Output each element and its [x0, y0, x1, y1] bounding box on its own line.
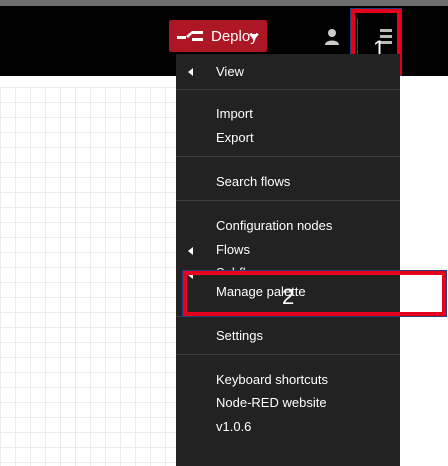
menu-item-node-red-website[interactable]: Node-RED website: [216, 395, 327, 411]
menu-item-version: v1.0.6: [216, 419, 252, 434]
deploy-icon: [177, 29, 205, 43]
user-icon[interactable]: [324, 28, 340, 46]
chevron-left-icon: [188, 68, 193, 76]
menu-item-configuration-nodes[interactable]: Configuration nodes: [216, 218, 332, 234]
menu-separator: [176, 200, 400, 201]
menu-separator: [176, 156, 400, 157]
menu-item-search-flows[interactable]: Search flows: [216, 174, 290, 190]
menu-separator: [176, 354, 400, 355]
highlight-box-manage-palette: [182, 270, 447, 317]
main-dropdown-menu: View Import Export Search flows Configur…: [176, 54, 400, 466]
menu-item-flows[interactable]: Flows: [216, 242, 250, 258]
callout-number-2: 2: [282, 284, 295, 309]
flow-workspace-grid[interactable]: [0, 87, 176, 466]
menu-item-export[interactable]: Export: [216, 130, 254, 146]
menu-item-keyboard-shortcuts[interactable]: Keyboard shortcuts: [216, 372, 328, 388]
menu-item-view[interactable]: View: [216, 64, 244, 80]
menu-separator: [176, 316, 400, 317]
deploy-button[interactable]: Deploy: [169, 20, 267, 52]
node-red-editor: Deploy 1 View Import Export Search flows: [0, 0, 448, 466]
menu-item-settings[interactable]: Settings: [216, 328, 263, 344]
header-top-strip: [0, 0, 448, 6]
menu-separator: [176, 89, 400, 90]
menu-item-import[interactable]: Import: [216, 106, 253, 122]
chevron-down-icon[interactable]: [249, 34, 259, 40]
chevron-left-icon: [188, 247, 193, 255]
workspace-gap: [0, 76, 176, 87]
